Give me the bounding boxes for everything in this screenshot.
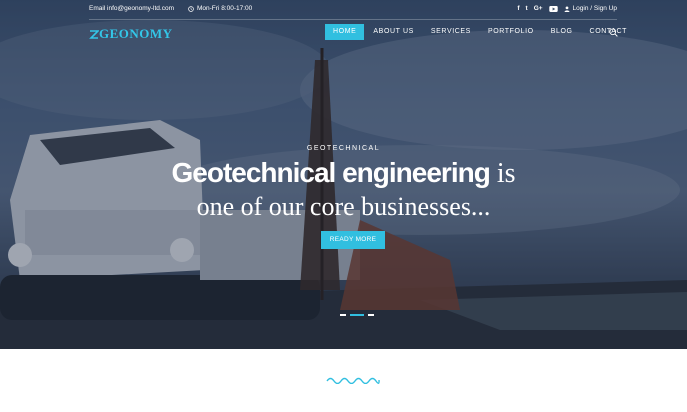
email-info[interactable]: Email info@geonomy-ltd.com <box>89 5 174 12</box>
top-bar: Email info@geonomy-ltd.com Mon-Fri 8:00-… <box>0 0 687 18</box>
nav-blog[interactable]: BLOG <box>543 24 581 40</box>
hero-headline-line2: one of our core businesses... <box>196 192 491 221</box>
user-icon <box>564 6 570 12</box>
header-divider <box>89 19 617 20</box>
slider-pagination <box>340 314 374 316</box>
email-text: Email info@geonomy-ltd.com <box>89 5 174 12</box>
hero-headline-light: is <box>489 158 516 189</box>
slider-dot-1[interactable] <box>340 314 346 316</box>
ready-more-button[interactable]: READY MORE <box>321 231 385 249</box>
twitter-icon[interactable]: t <box>526 5 528 12</box>
youtube-icon[interactable] <box>548 5 558 12</box>
logo-text: GEONOMY <box>99 26 173 41</box>
nav-portfolio[interactable]: PORTFOLIO <box>480 24 542 40</box>
wave-divider-icon <box>326 377 380 384</box>
slider-dot-2-active[interactable] <box>350 314 364 316</box>
site-logo[interactable]: GEONOMY <box>89 26 173 42</box>
nav-services[interactable]: SERVICES <box>423 24 479 40</box>
nav-home[interactable]: HOME <box>325 24 365 40</box>
facebook-icon[interactable]: f <box>517 5 519 12</box>
login-signup-link[interactable]: Login / Sign Up <box>564 5 617 12</box>
opening-hours: Mon-Fri 8:00-17:00 <box>188 5 252 12</box>
slider-dot-3[interactable] <box>368 314 374 316</box>
google-plus-icon[interactable]: G+ <box>534 5 543 12</box>
hero-headline: Geotechnical engineering is <box>0 157 687 190</box>
main-nav: HOME ABOUT US SERVICES PORTFOLIO BLOG CO… <box>325 24 636 40</box>
clock-icon <box>188 5 194 12</box>
logo-mark-icon <box>89 30 100 39</box>
hours-text: Mon-Fri 8:00-17:00 <box>197 5 253 12</box>
login-text: Login / Sign Up <box>572 5 617 12</box>
hero-eyebrow: GEOTECHNICAL <box>306 145 381 152</box>
search-icon[interactable] <box>609 28 618 37</box>
hero-slider: Email info@geonomy-ltd.com Mon-Fri 8:00-… <box>0 0 687 349</box>
hero-headline-bold: Geotechnical engineering <box>171 157 491 188</box>
nav-about-us[interactable]: ABOUT US <box>365 24 421 40</box>
